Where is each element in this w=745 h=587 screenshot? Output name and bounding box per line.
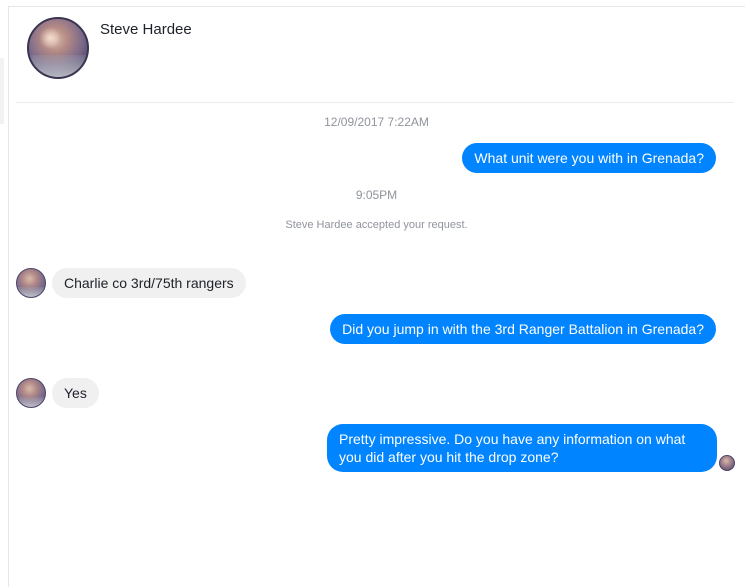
outgoing-message[interactable]: Did you jump in with the 3rd Ranger Batt…: [330, 314, 716, 344]
header-divider: [16, 102, 734, 103]
top-border: [0, 0, 745, 7]
timestamp: 12/09/2017 7:22AM: [324, 115, 429, 129]
seen-indicator-avatar: [719, 455, 735, 471]
avatar-ground: [17, 287, 45, 297]
contact-avatar[interactable]: [27, 17, 89, 79]
sender-avatar[interactable]: [16, 378, 46, 408]
system-message: Steve Hardee accepted your request.: [285, 219, 468, 231]
avatar-ground: [29, 55, 87, 77]
outgoing-message[interactable]: Pretty impressive. Do you have any infor…: [327, 424, 717, 472]
incoming-message[interactable]: Charlie co 3rd/75th rangers: [52, 268, 246, 298]
chat-window: Steve Hardee 12/09/2017 7:22AM What unit…: [0, 0, 745, 587]
timestamp: 9:05PM: [355, 188, 398, 202]
avatar-ground: [17, 397, 45, 407]
contact-name[interactable]: Steve Hardee: [100, 21, 192, 38]
incoming-message[interactable]: Yes: [52, 378, 99, 408]
sender-avatar[interactable]: [16, 268, 46, 298]
left-panel-edge: [0, 58, 4, 124]
outgoing-message[interactable]: What unit were you with in Grenada?: [462, 143, 716, 173]
avatar-highlight: [39, 27, 61, 49]
